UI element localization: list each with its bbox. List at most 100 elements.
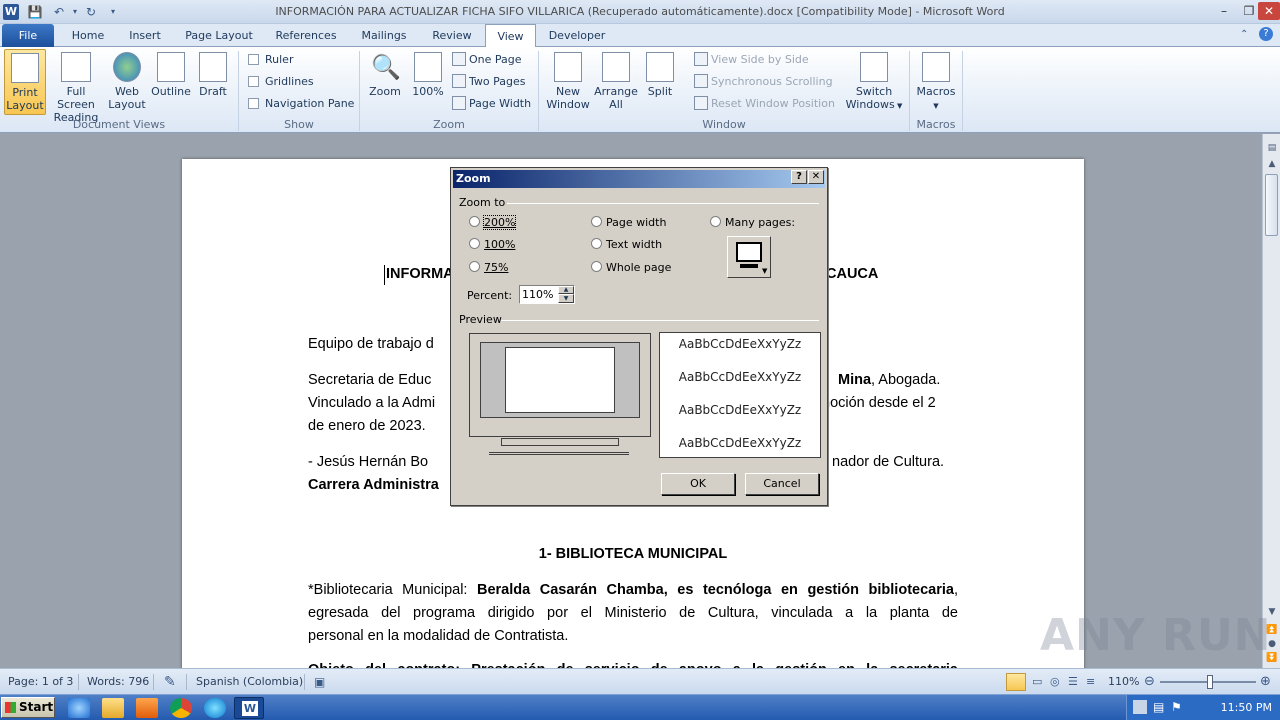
minimize-ribbon-icon[interactable]: ⌃: [1240, 29, 1248, 40]
network-icon[interactable]: ▤: [1153, 700, 1164, 714]
many-pages-picker-button[interactable]: ▼: [727, 236, 771, 278]
help-icon[interactable]: ?: [1259, 27, 1273, 41]
split-button[interactable]: Split: [640, 49, 680, 115]
media-player-icon[interactable]: [136, 698, 158, 718]
tab-insert[interactable]: Insert: [124, 24, 166, 47]
radio-page-width[interactable]: Page width: [591, 215, 666, 231]
macro-record-icon[interactable]: ▣: [314, 669, 325, 695]
page-width-button[interactable]: Page Width: [452, 94, 531, 114]
radio-text-width[interactable]: Text width: [591, 237, 662, 253]
ruler-toggle-icon[interactable]: ▤: [1264, 140, 1280, 156]
view-side-by-side-label: View Side by Side: [711, 53, 809, 66]
zoom-out-icon[interactable]: ⊖: [1144, 669, 1155, 695]
ok-button[interactable]: OK: [661, 473, 735, 495]
scroll-up-icon[interactable]: ▲: [1264, 156, 1280, 172]
two-pages-label: Two Pages: [469, 75, 526, 88]
print-layout-button[interactable]: Print Layout: [4, 49, 46, 115]
web-layout-icon: [113, 52, 141, 82]
synchronous-scrolling-button[interactable]: Synchronous Scrolling: [694, 72, 833, 92]
tab-file[interactable]: File: [2, 24, 54, 47]
flag-icon[interactable]: ⚑: [1171, 700, 1182, 714]
dialog-close-button[interactable]: ✕: [808, 170, 824, 184]
preview-sample-3: AaBbCcDdEeXxYyZz: [678, 403, 802, 417]
customize-qat-icon[interactable]: ▾: [104, 3, 122, 21]
tab-page-layout[interactable]: Page Layout: [182, 24, 256, 47]
ribbon-tabs: File Home Insert Page Layout References …: [0, 24, 1280, 48]
doc-p2-line2-right: moción desde el 2: [818, 395, 936, 411]
zoom-button[interactable]: 🔍 Zoom: [364, 49, 406, 115]
switch-windows-button[interactable]: Switch Windows ▼: [842, 49, 906, 115]
navigation-pane-checkbox[interactable]: Navigation Pane: [248, 95, 354, 113]
radio-75[interactable]: 75%: [469, 260, 508, 276]
zoom-level[interactable]: 110%: [1108, 669, 1139, 695]
save-icon[interactable]: 💾: [26, 3, 44, 21]
tab-developer[interactable]: Developer: [544, 24, 610, 47]
web-layout-view-icon[interactable]: ◎: [1050, 669, 1060, 695]
restore-button[interactable]: ❐: [1238, 2, 1260, 20]
page-count[interactable]: Page: 1 of 3: [8, 669, 73, 695]
proofing-icon[interactable]: ✎: [164, 669, 176, 695]
preview-sample-2: AaBbCcDdEeXxYyZz: [678, 370, 802, 384]
tab-home[interactable]: Home: [66, 24, 110, 47]
web-layout-button[interactable]: Web Layout: [106, 49, 148, 115]
vertical-scrollbar[interactable]: ▤ ▲ ▼ ⏫ ● ⏬: [1262, 134, 1280, 668]
gridlines-checkbox[interactable]: Gridlines: [248, 73, 314, 91]
language-indicator[interactable]: Spanish (Colombia): [196, 669, 303, 695]
tab-view[interactable]: View: [485, 24, 536, 48]
two-pages-button[interactable]: Two Pages: [452, 72, 525, 92]
tray-app-icon[interactable]: [1133, 700, 1147, 714]
radio-whole-page[interactable]: Whole page: [591, 260, 671, 276]
preview-label: Preview: [459, 313, 502, 326]
percent-spin-down-icon[interactable]: ▼: [558, 294, 574, 303]
tab-review[interactable]: Review: [428, 24, 476, 47]
one-page-button[interactable]: One Page: [452, 50, 522, 70]
arrange-all-label-1: Arrange: [594, 85, 638, 98]
macros-button[interactable]: Macros ▼: [914, 49, 958, 115]
full-screen-view-icon[interactable]: ▭: [1032, 669, 1042, 695]
reset-window-position-button[interactable]: Reset Window Position: [694, 94, 835, 114]
full-screen-reading-button[interactable]: Full Screen Reading: [48, 49, 104, 124]
tab-references[interactable]: References: [272, 24, 340, 47]
cancel-button[interactable]: Cancel: [745, 473, 819, 495]
new-window-button[interactable]: New Window: [544, 49, 592, 115]
radio-200[interactable]: 200%: [469, 215, 517, 231]
doc-p4-lead: *Bibliotecaria Municipal: [308, 582, 464, 598]
outline-button[interactable]: Outline: [150, 49, 192, 115]
zoom-in-icon[interactable]: ⊕: [1260, 669, 1271, 695]
redo-icon[interactable]: ↻: [82, 3, 100, 21]
edge-icon[interactable]: [204, 698, 226, 718]
tab-mailings[interactable]: Mailings: [356, 24, 412, 47]
arrange-all-button[interactable]: Arrange All: [594, 49, 638, 115]
word-app-icon[interactable]: W: [3, 4, 19, 20]
draft-view-icon[interactable]: ≡: [1086, 669, 1095, 695]
dialog-help-button[interactable]: ?: [791, 170, 807, 184]
draft-button[interactable]: Draft: [194, 49, 232, 115]
radio-100[interactable]: 100%: [469, 237, 515, 253]
start-button[interactable]: Start: [1, 697, 55, 718]
web-layout-label-2: Layout: [108, 98, 146, 111]
doc-p2-line1-left: Secretaria de Educ: [308, 372, 432, 388]
zoom-100-button[interactable]: 100%: [408, 49, 448, 115]
minimize-button[interactable]: –: [1213, 2, 1235, 20]
magnifier-icon: 🔍: [371, 53, 401, 81]
outline-label: Outline: [151, 85, 191, 98]
clock[interactable]: 11:50 PM: [1221, 695, 1272, 720]
text-cursor: [384, 265, 385, 285]
zoom-slider-thumb[interactable]: [1207, 675, 1213, 689]
view-side-by-side-button[interactable]: View Side by Side: [694, 50, 809, 70]
print-layout-view-icon[interactable]: [1006, 673, 1026, 691]
close-window-button[interactable]: ✕: [1258, 2, 1280, 20]
word-count[interactable]: Words: 796: [87, 669, 149, 695]
outline-view-icon[interactable]: ☰: [1068, 669, 1078, 695]
ruler-checkbox[interactable]: Ruler: [248, 51, 293, 69]
percent-spin-up-icon[interactable]: ▲: [558, 286, 574, 294]
explorer-icon[interactable]: [102, 698, 124, 718]
percent-input[interactable]: 110% ▲ ▼: [519, 285, 575, 304]
chrome-icon[interactable]: [170, 698, 192, 718]
ie-icon[interactable]: [68, 698, 90, 718]
monitor-icon: [736, 242, 762, 262]
dropdown-arrow-icon: ▼: [933, 102, 939, 110]
word-taskbar-button[interactable]: W: [234, 697, 264, 719]
radio-many-pages[interactable]: Many pages:: [710, 215, 795, 231]
scroll-thumb[interactable]: [1265, 174, 1278, 236]
